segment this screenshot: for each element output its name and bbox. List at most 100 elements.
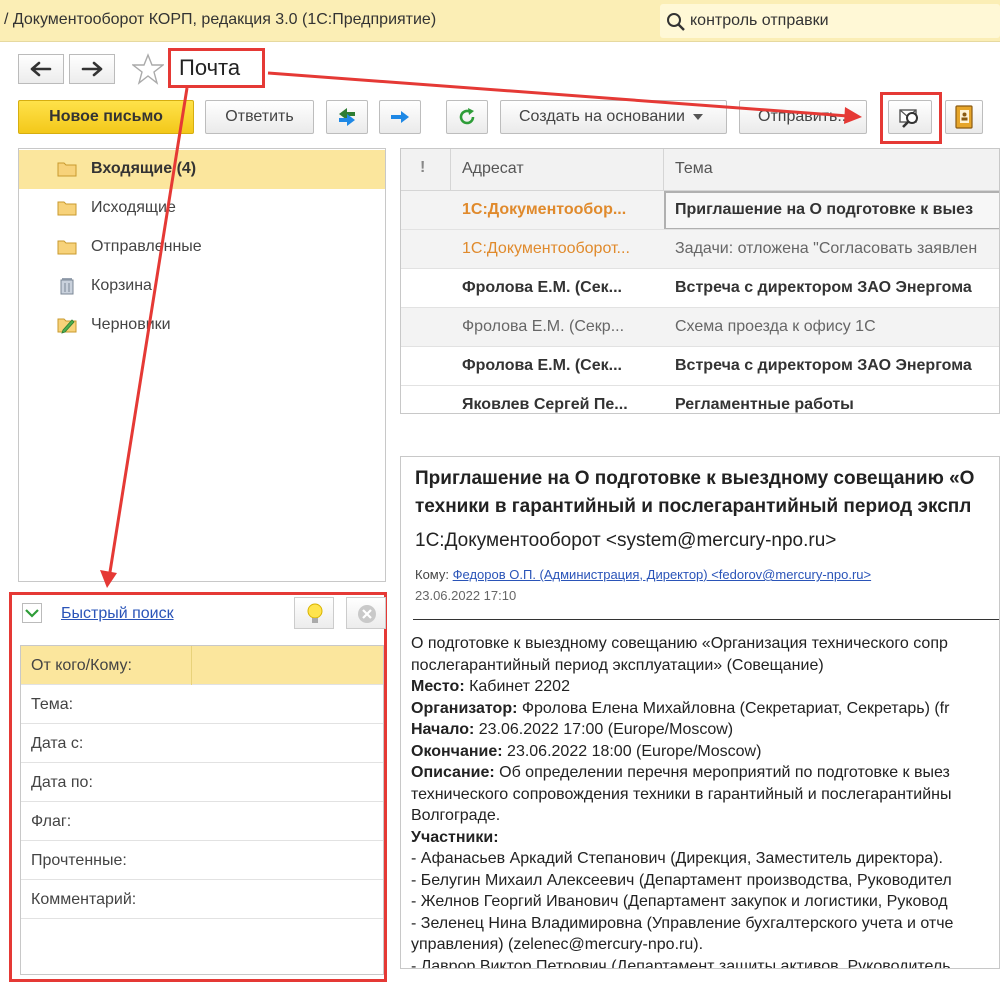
mail-from: 1С:Документооборот... [462,240,630,257]
reply-all-button[interactable] [326,100,368,134]
folder-label: Отправленные [91,238,202,255]
global-search-field[interactable]: контроль отправки [660,4,1000,38]
preview-body-line: - Афанасьев Аркадий Степанович (Дирекция… [411,848,999,870]
forward-button[interactable] [69,54,115,84]
mail-from: Фролова Е.М. (Секр... [462,318,625,335]
quick-search-field-label: Флаг: [31,813,72,830]
clear-search-button[interactable] [346,597,386,629]
create-based-on-button[interactable]: Создать на основании [500,100,727,134]
mail-row[interactable]: Фролова Е.М. (Сек... Встреча с директоро… [401,269,999,308]
body-field-text: Волгограде. [411,807,501,824]
folder-outbox[interactable]: Исходящие [19,189,385,228]
preview-body-line: Организатор: Фролова Елена Михайловна (С… [411,698,999,720]
close-circle-icon [358,605,376,623]
preview-body-line: Участники: [411,827,999,849]
chevron-down-icon [25,609,39,618]
new-letter-button[interactable]: Новое письмо [18,100,194,134]
preview-sender: 1С:Документооборот <system@mercury-npo.r… [415,530,837,551]
page-title-text: Почта [179,55,241,80]
quick-search-row[interactable]: От кого/Кому: [21,646,383,685]
window-title: / Документооборот КОРП, редакция 3.0 (1С… [4,11,437,28]
back-button[interactable] [18,54,64,84]
quick-search-row[interactable]: Комментарий: [21,880,383,919]
preview-subject-line: Приглашение на О подготовке к выездному … [415,468,975,489]
folder-label: Исходящие [91,199,176,216]
reply-all-icon [339,108,355,126]
folder-inbox[interactable]: Входящие (4) [19,150,385,189]
body-field-text: - Зеленец Нина Владимировна (Управление … [411,914,954,932]
mail-row[interactable]: Яковлев Сергей Пе... Регламентные работы [401,386,999,413]
preview-date: 23.06.2022 17:10 [415,588,517,603]
mail-row[interactable]: Фролова Е.М. (Сек... Встреча с директоро… [401,347,999,386]
preview-body-line: - Лаврор Виктор Петрович (Департамент за… [411,956,999,969]
preview-body-line: Волгограде. [411,805,999,827]
folder-tree: Входящие (4) Исходящие Отправленные Корз… [18,148,386,582]
quick-search-row[interactable]: Дата с: [21,724,383,763]
quick-search-row[interactable]: Прочтенные: [21,841,383,880]
mail-row[interactable]: Фролова Е.М. (Секр... Схема проезда к оф… [401,308,999,347]
body-field-label: Начало: [411,721,475,738]
field-value-separator [191,646,192,685]
preview-body-line: Окончание: 23.06.2022 18:00 (Europe/Mosc… [411,741,999,763]
quick-search-row[interactable]: Флаг: [21,802,383,841]
create-based-on-label: Создать на основании [519,108,685,125]
window-titlebar: / Документооборот КОРП, редакция 3.0 (1С… [0,0,1000,42]
body-field-text: 23.06.2022 18:00 (Europe/Moscow) [502,742,762,760]
mail-subject: Приглашение на О подготовке к выез [675,201,974,218]
draft-folder-icon [57,318,77,334]
trash-icon [60,278,74,295]
preview-body-line: О подготовке к выездному совещанию «Орга… [411,633,999,655]
hint-button[interactable] [294,597,334,629]
body-field-text: - Афанасьев Аркадий Степанович (Дирекция… [411,850,943,867]
addressee-column-header[interactable]: Адресат [462,160,524,178]
quick-search-title[interactable]: Быстрый поиск [61,605,174,623]
address-book-button[interactable] [945,100,983,134]
address-book-icon [955,105,973,129]
global-search-value: контроль отправки [690,12,829,29]
reply-button[interactable]: Ответить [205,100,314,134]
page-title: Почта [168,48,265,88]
arrow-left-icon [30,61,52,77]
flag-column-label: ! [420,159,426,176]
body-field-text: 23.06.2022 17:00 (Europe/Moscow) [474,721,734,738]
quick-search-field-label: От кого/Кому: [31,657,132,674]
body-field-text: - Белугин Михаил Алексеевич (Департамент… [411,871,952,889]
quick-search-row[interactable]: Тема: [21,685,383,724]
send-button[interactable]: Отправить... [739,100,867,134]
body-field-text: Фролова Елена Михайловна (Секретариат, С… [517,699,950,717]
folder-sent[interactable]: Отправленные [19,228,385,267]
recipient-link[interactable]: Федоров О.П. (Администрация, Директор) <… [453,567,871,582]
preview-subject-line: техники в гарантийный и послегарантийный… [415,496,972,517]
mail-subject: Встреча с директором ЗАО Энергома [675,357,972,374]
preview-body-line: Начало: 23.06.2022 17:00 (Europe/Moscow) [411,719,999,741]
preview-body-line: Место: Кабинет 2202 [411,676,999,698]
mail-subject: Регламентные работы [675,396,854,413]
mail-preview: Приглашение на О подготовке к выездному … [400,456,1000,969]
refresh-button[interactable] [446,100,488,134]
mail-subject: Задачи: отложена "Согласовать заявлен [675,240,978,257]
preview-body-line: - Белугин Михаил Алексеевич (Департамент… [411,870,999,892]
body-field-label: Участники: [411,828,499,846]
lightbulb-icon [307,603,323,623]
mail-row[interactable]: 1С:Документообор... Приглашение на О под… [401,191,999,230]
folder-trash[interactable]: Корзина [19,267,385,306]
folder-drafts[interactable]: Черновики [19,306,385,345]
search-icon [667,13,685,31]
forward-mail-button[interactable] [379,100,421,134]
subject-column-header[interactable]: Тема [675,160,713,178]
mail-subject: Схема проезда к офису 1С [675,318,876,335]
body-field-text: технического сопровождения техники в гар… [411,785,952,803]
mail-row[interactable]: 1С:Документооборот... Задачи: отложена "… [401,230,999,269]
favorite-star-icon[interactable] [132,53,164,85]
body-field-text: послегарантийный период эксплуатации» (С… [411,656,824,674]
folder-icon [57,162,77,177]
collapse-toggle[interactable] [22,603,42,623]
body-field-label: Место: [411,678,465,695]
folder-icon [57,240,77,255]
flag-column-header[interactable]: ! [401,149,451,191]
preview-body-line: - Зеленец Нина Владимировна (Управление … [411,913,999,935]
body-field-text: О подготовке к выездному совещанию «Орга… [411,635,948,652]
chevron-down-icon [693,114,703,120]
quick-search-row[interactable]: Дата по: [21,763,383,802]
body-field-label: Организатор: [411,699,518,717]
